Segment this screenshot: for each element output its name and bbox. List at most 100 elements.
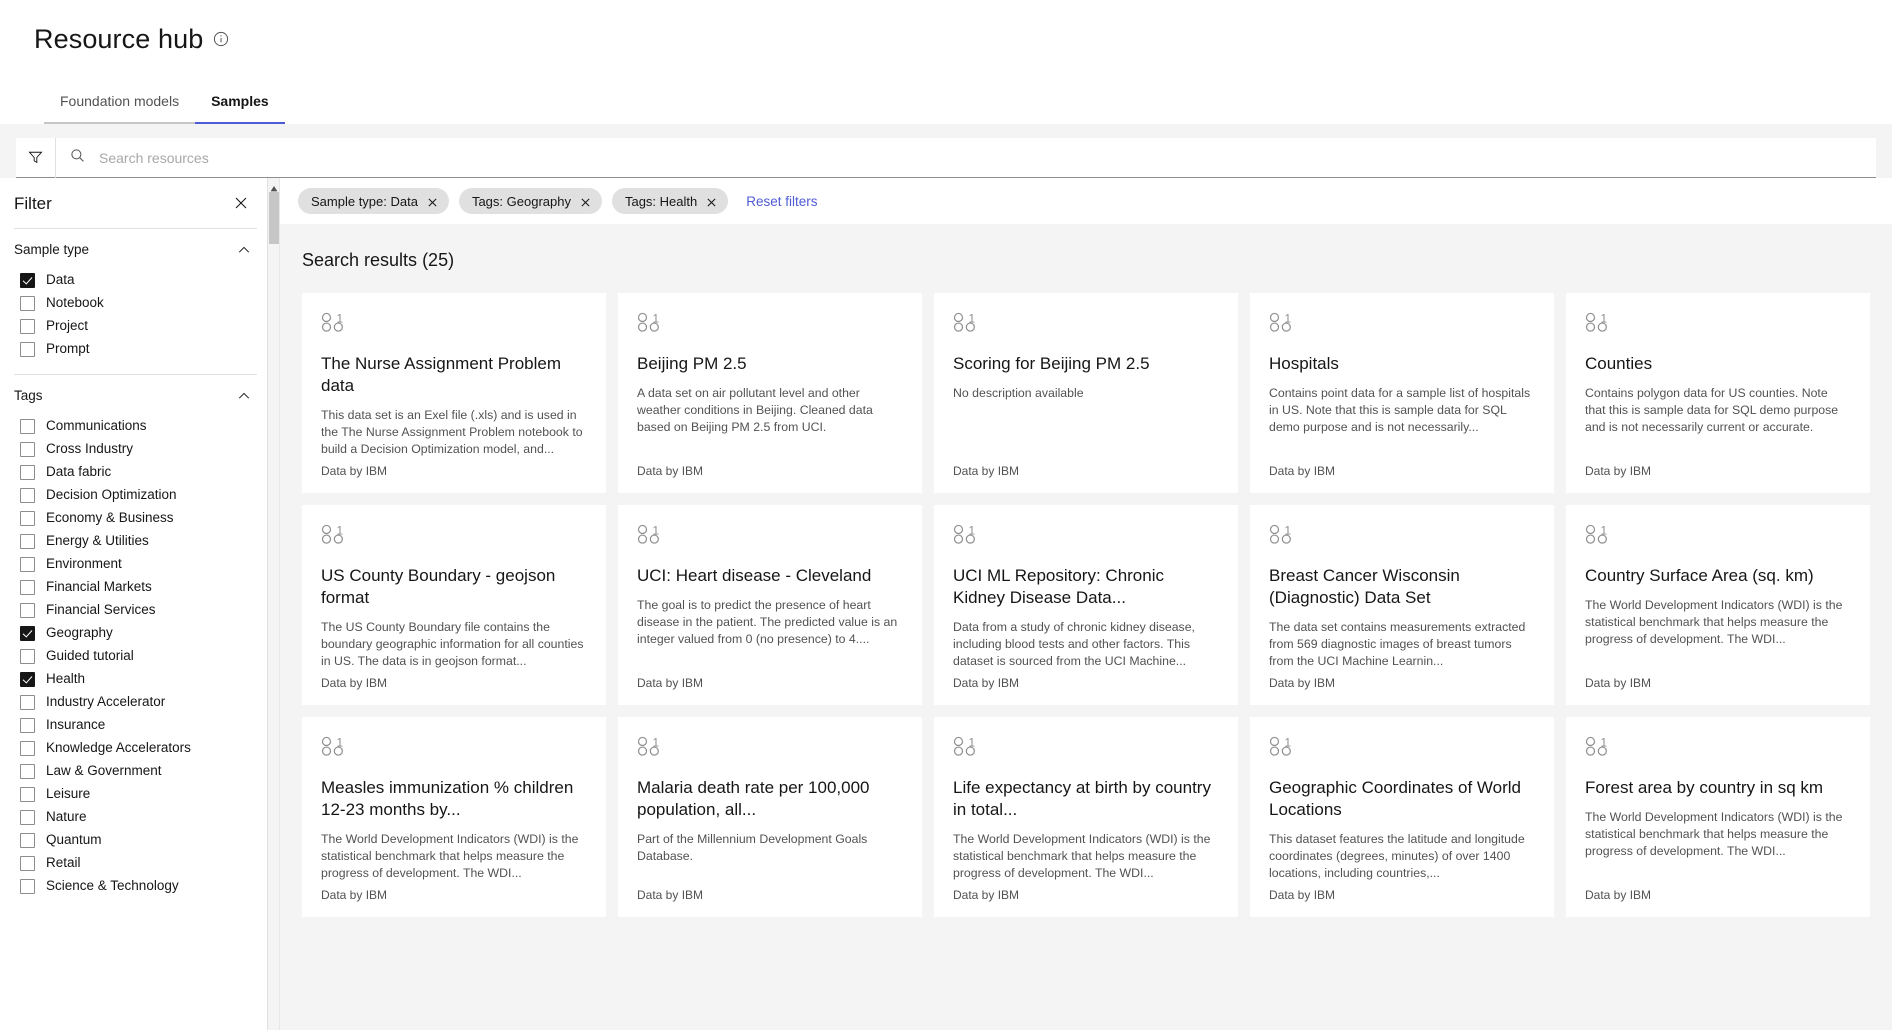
filter-option-knowledge-accelerators[interactable]: Knowledge Accelerators xyxy=(14,736,257,759)
card-description: The World Development Indicators (WDI) i… xyxy=(1585,598,1843,646)
resource-card[interactable]: 1 Measles immunization % children 12-23 m… xyxy=(302,717,606,917)
card-title: Scoring for Beijing PM 2.5 xyxy=(953,354,1150,373)
filter-option-economy-business[interactable]: Economy & Business xyxy=(14,506,257,529)
filter-option-insurance[interactable]: Insurance xyxy=(14,713,257,736)
checkbox[interactable] xyxy=(20,603,35,618)
resource-card[interactable]: 1 Beijing PM 2.5 A data set on air polluta… xyxy=(618,293,922,493)
filter-chip[interactable]: Sample type: Data xyxy=(298,188,449,214)
checkbox[interactable] xyxy=(20,511,35,526)
checkbox[interactable] xyxy=(20,626,35,641)
filter-group-header[interactable]: Tags xyxy=(14,375,257,414)
filter-option-data-fabric[interactable]: Data fabric xyxy=(14,460,257,483)
search-input[interactable] xyxy=(97,138,1876,177)
checkbox[interactable] xyxy=(20,718,35,733)
resource-card[interactable]: 1 Country Surface Area (sq. km) The World … xyxy=(1566,505,1870,705)
card-description: Contains point data for a sample list of… xyxy=(1269,386,1531,434)
resource-card[interactable]: 1 UCI: Heart disease - Cleveland The goal … xyxy=(618,505,922,705)
filter-option-industry-accelerator[interactable]: Industry Accelerator xyxy=(14,690,257,713)
card-description: A data set on air pollutant level and ot… xyxy=(637,386,873,434)
checkbox[interactable] xyxy=(20,741,35,756)
filter-panel-header: Filter xyxy=(0,178,267,228)
filter-option-law-government[interactable]: Law & Government xyxy=(14,759,257,782)
scrollbar-thumb[interactable] xyxy=(269,192,279,244)
resource-card[interactable]: 1 Hospitals Contains point data for a samp… xyxy=(1250,293,1554,493)
filter-chip-label: Tags: Geography xyxy=(471,193,571,209)
close-icon[interactable] xyxy=(427,196,438,207)
close-icon[interactable] xyxy=(580,196,591,207)
checkbox[interactable] xyxy=(20,879,35,894)
filter-option-prompt[interactable]: Prompt xyxy=(14,337,257,360)
checkbox[interactable] xyxy=(20,649,35,664)
results-scrollbar[interactable] xyxy=(268,178,280,1030)
checkbox[interactable] xyxy=(20,319,35,334)
resource-card[interactable]: 1 Forest area by country in sq km The Worl… xyxy=(1566,717,1870,917)
filter-chip[interactable]: Tags: Geography xyxy=(458,188,602,214)
checkbox[interactable] xyxy=(20,419,35,434)
checkbox[interactable] xyxy=(20,810,35,825)
chevron-up-icon[interactable] xyxy=(237,389,251,403)
filter-option-financial-services[interactable]: Financial Services xyxy=(14,598,257,621)
filter-option-retail[interactable]: Retail xyxy=(14,851,257,874)
filter-option-communications[interactable]: Communications xyxy=(14,414,257,437)
checkbox[interactable] xyxy=(20,787,35,802)
scroll-up-arrow-icon[interactable] xyxy=(270,180,278,192)
filter-option-science-technology[interactable]: Science & Technology xyxy=(14,874,257,897)
data-set-icon: 1 xyxy=(637,311,903,337)
filter-option-guided-tutorial[interactable]: Guided tutorial xyxy=(14,644,257,667)
filter-option-financial-markets[interactable]: Financial Markets xyxy=(14,575,257,598)
resource-card[interactable]: 1 Counties Contains polygon data for US co… xyxy=(1566,293,1870,493)
close-icon[interactable] xyxy=(233,195,251,213)
checkbox[interactable] xyxy=(20,534,35,549)
reset-filters-link[interactable]: Reset filters xyxy=(746,194,817,209)
filter-option-data[interactable]: Data xyxy=(14,268,257,291)
filter-option-energy-utilities[interactable]: Energy & Utilities xyxy=(14,529,257,552)
filter-option-nature[interactable]: Nature xyxy=(14,805,257,828)
checkbox[interactable] xyxy=(20,296,35,311)
resource-card[interactable]: 1 US County Boundary - geojson format The … xyxy=(302,505,606,705)
card-description: Contains polygon data for US counties. N… xyxy=(1585,386,1839,434)
resource-card[interactable]: 1 Scoring for Beijing PM 2.5 No descriptio… xyxy=(934,293,1238,493)
resource-card[interactable]: 1 Malaria death rate per 100,000 populati… xyxy=(618,717,922,917)
checkbox[interactable] xyxy=(20,672,35,687)
resource-card[interactable]: 1 Life expectancy at birth by country in … xyxy=(934,717,1238,917)
resource-card[interactable]: 1 Breast Cancer Wisconsin (Diagnostic) Da… xyxy=(1250,505,1554,705)
filter-option-decision-optimization[interactable]: Decision Optimization xyxy=(14,483,257,506)
resource-card[interactable]: 1 Geographic Coordinates of World Locatio… xyxy=(1250,717,1554,917)
filter-panel-title: Filter xyxy=(14,194,52,213)
info-icon[interactable] xyxy=(213,31,229,47)
filter-icon[interactable] xyxy=(16,137,56,178)
checkbox[interactable] xyxy=(20,273,35,288)
filter-group-header[interactable]: Sample type xyxy=(14,229,257,268)
checkbox[interactable] xyxy=(20,442,35,457)
filter-option-leisure[interactable]: Leisure xyxy=(14,782,257,805)
results-main: Sample type: Data Tags: Geography Tags: He… xyxy=(280,178,1892,1030)
filter-option-notebook[interactable]: Notebook xyxy=(14,291,257,314)
filter-option-label: Retail xyxy=(46,855,81,870)
data-set-icon: 1 xyxy=(1585,523,1851,549)
checkbox[interactable] xyxy=(20,465,35,480)
filter-option-cross-industry[interactable]: Cross Industry xyxy=(14,437,257,460)
card-description: The US County Boundary file contains the… xyxy=(321,620,584,668)
checkbox[interactable] xyxy=(20,833,35,848)
filter-option-label: Geography xyxy=(46,625,113,640)
checkbox[interactable] xyxy=(20,856,35,871)
checkbox[interactable] xyxy=(20,764,35,779)
tab-foundation-models[interactable]: Foundation models xyxy=(44,82,196,124)
filter-option-project[interactable]: Project xyxy=(14,314,257,337)
checkbox[interactable] xyxy=(20,342,35,357)
filter-option-quantum[interactable]: Quantum xyxy=(14,828,257,851)
filter-chip[interactable]: Tags: Health xyxy=(611,188,729,214)
resource-card[interactable]: 1 The Nurse Assignment Problem data This d… xyxy=(302,293,606,493)
filter-option-environment[interactable]: Environment xyxy=(14,552,257,575)
filter-option-health[interactable]: Health xyxy=(14,667,257,690)
card-title: Beijing PM 2.5 xyxy=(637,354,747,373)
resource-card[interactable]: 1 UCI ML Repository: Chronic Kidney Disea… xyxy=(934,505,1238,705)
filter-option-geography[interactable]: Geography xyxy=(14,621,257,644)
tab-samples[interactable]: Samples xyxy=(195,82,285,124)
checkbox[interactable] xyxy=(20,580,35,595)
checkbox[interactable] xyxy=(20,488,35,503)
checkbox[interactable] xyxy=(20,695,35,710)
chevron-up-icon[interactable] xyxy=(237,243,251,257)
close-icon[interactable] xyxy=(706,196,717,207)
checkbox[interactable] xyxy=(20,557,35,572)
